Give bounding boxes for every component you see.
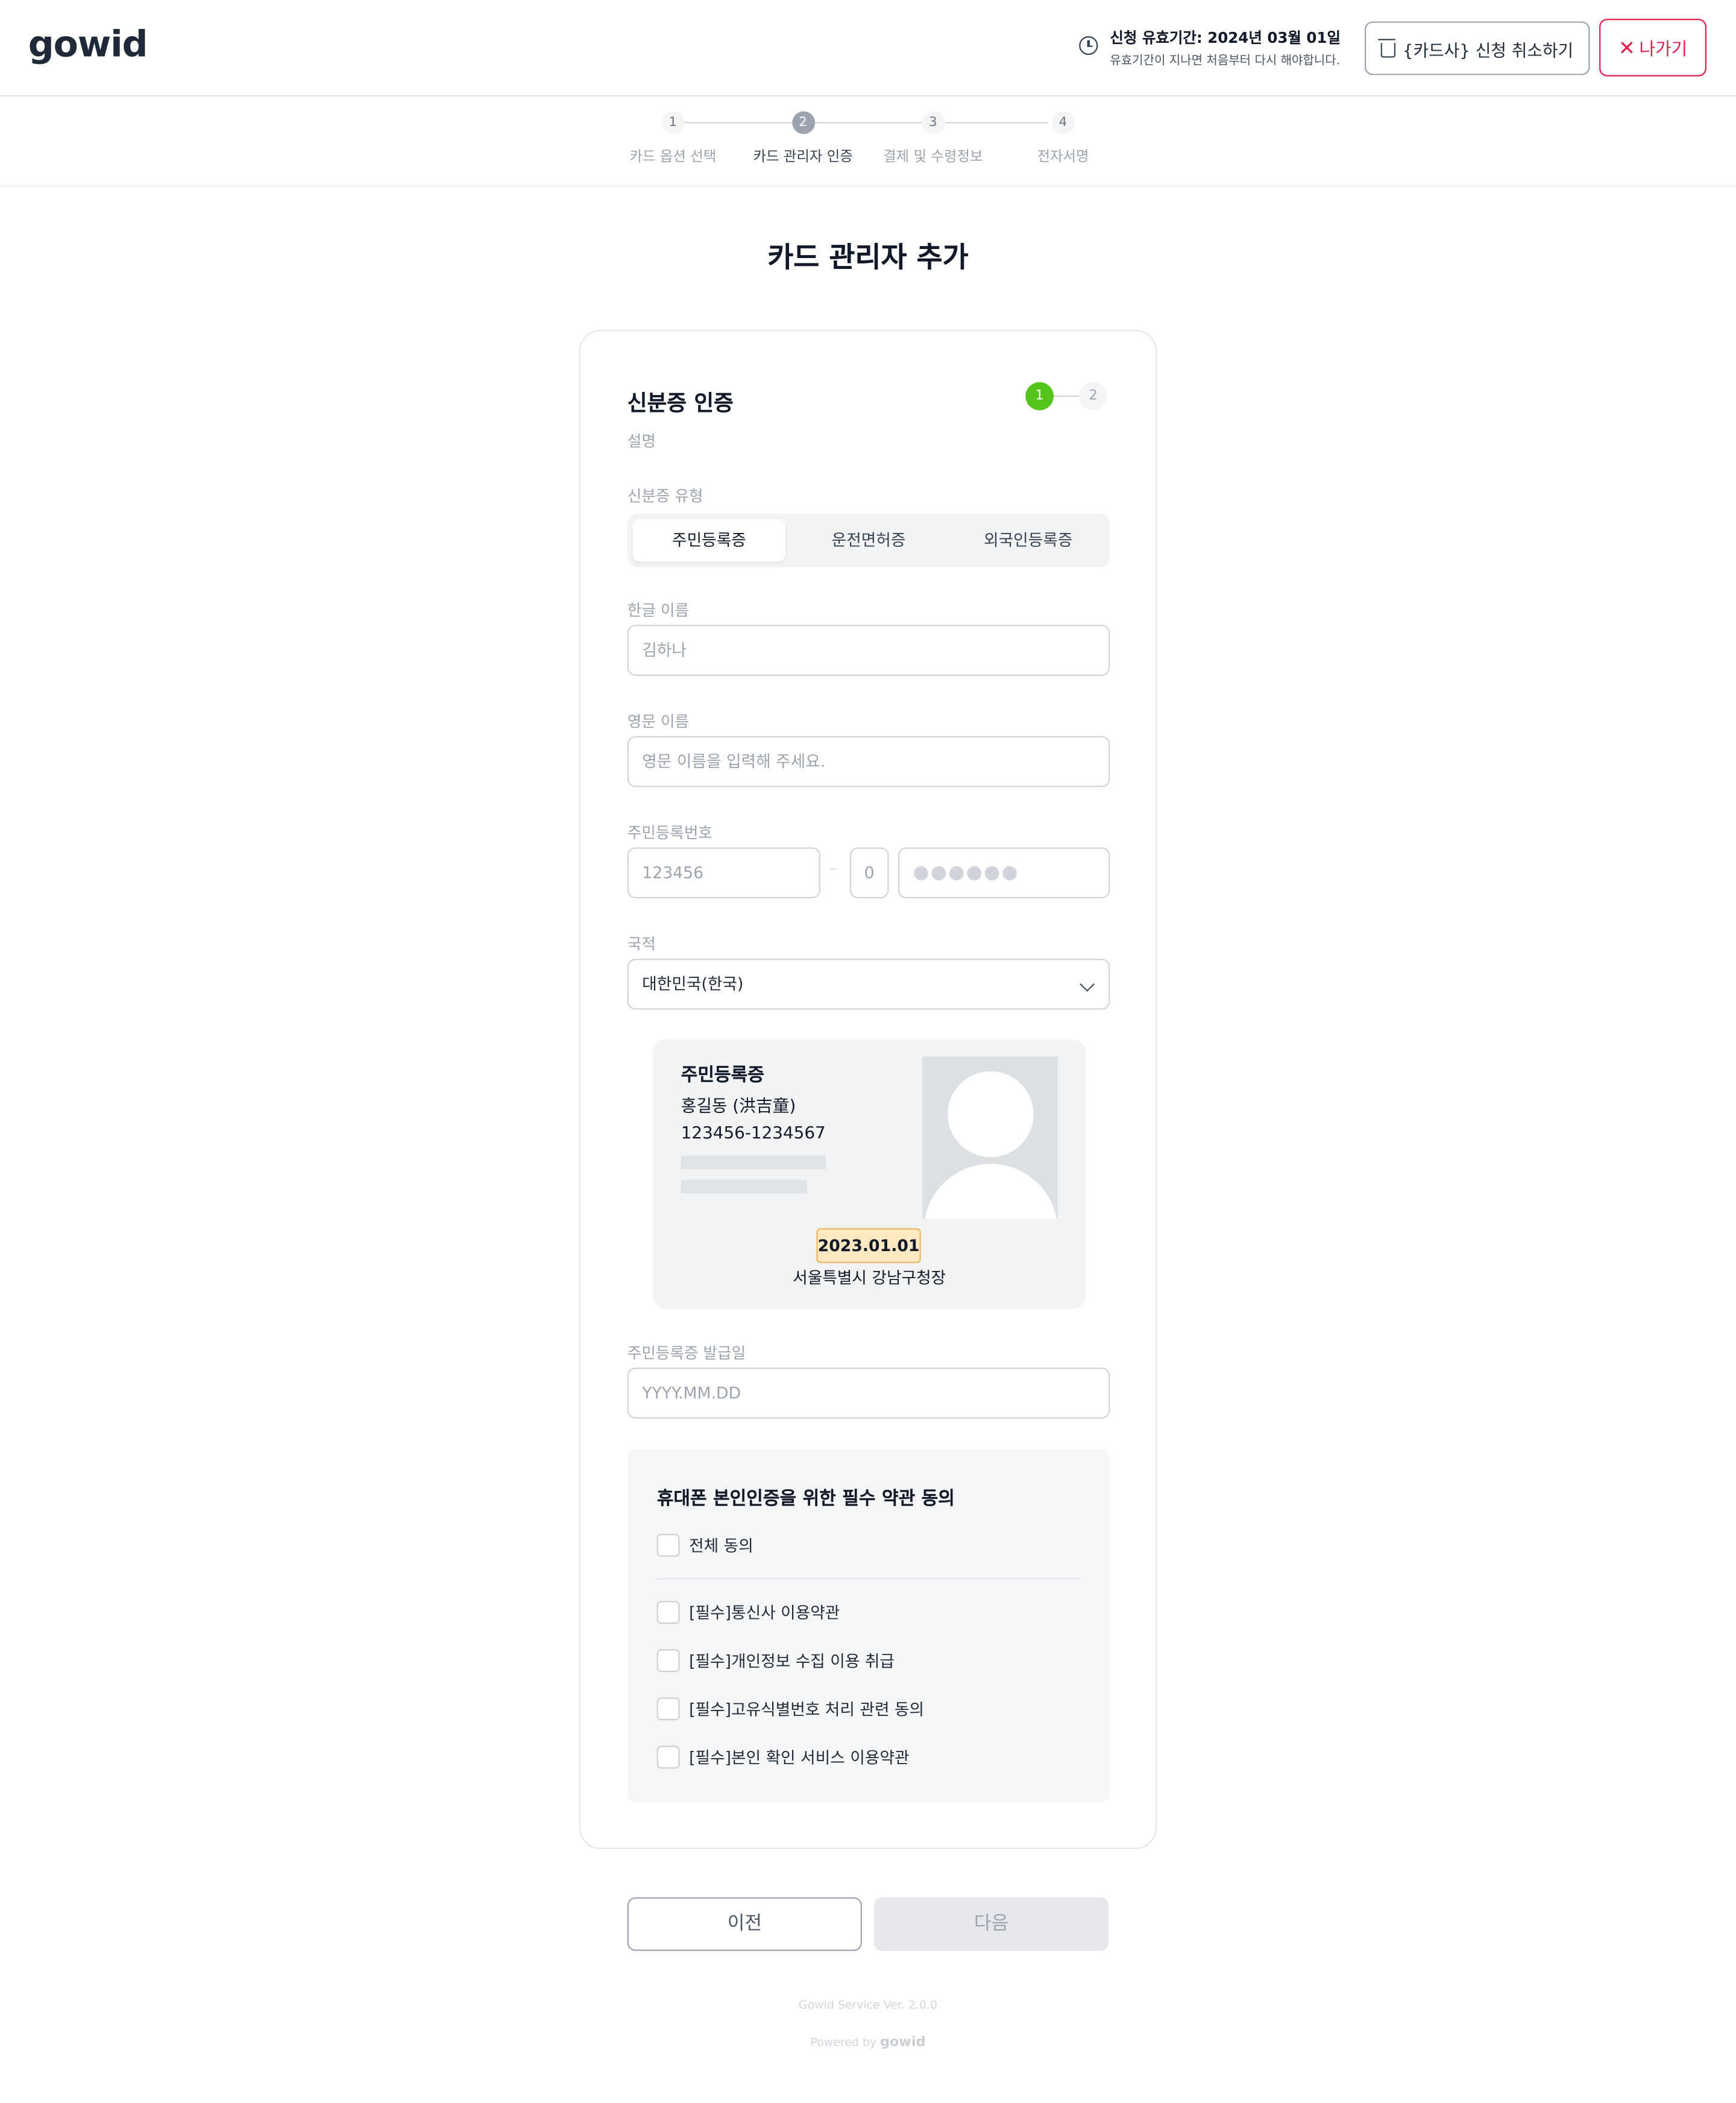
id-type-segmented-control: 주민등록증 운전면허증 외국인등록증 (627, 513, 1110, 567)
korean-name-input[interactable]: 김하나 (627, 625, 1110, 676)
rrn-label: 주민등록번호 (627, 823, 712, 842)
id-type-label: 신분증 유형 (627, 487, 703, 506)
rrn-mask-dots: ●●●●●● (913, 862, 1019, 884)
exit-button[interactable]: ✕ 나가기 (1599, 19, 1707, 77)
korean-name-label: 한글 이름 (627, 601, 690, 620)
nationality-value: 대한민국(한국) (642, 974, 744, 994)
terms-label: [필수]통신사 이용약관 (689, 1603, 840, 1622)
terms-label: [필수]고유식별번호 처리 관련 동의 (689, 1699, 925, 1718)
english-name-label: 영문 이름 (627, 711, 690, 731)
terms-item-unique-id[interactable]: [필수]고유식별번호 처리 관련 동의 (656, 1695, 925, 1721)
expiry-subtitle: 유효기간이 지나면 처음부터 다시 해야합니다. (1110, 55, 1341, 69)
trash-icon (1378, 38, 1396, 57)
terms-checkbox[interactable] (656, 1697, 680, 1720)
terms-label: [필수]개인정보 수집 이용 취급 (689, 1651, 895, 1670)
clock-icon (1079, 36, 1098, 55)
agree-all-row[interactable]: 전체 동의 (656, 1531, 753, 1558)
progress-stepper: 1 카드 옵션 선택 2 카드 관리자 인증 3 결제 및 수령정보 4 전자서… (0, 96, 1736, 187)
terms-divider (656, 1578, 1081, 1580)
step-label: 결제 및 수령정보 (883, 148, 983, 165)
nationality-label: 국적 (627, 935, 656, 954)
id-card-name: 홍길동 (洪吉童) (681, 1095, 796, 1116)
sub-stepper-line (1052, 396, 1080, 397)
step-number: 2 (791, 111, 815, 134)
rrn-dash: – (829, 859, 837, 877)
id-card-title: 주민등록증 (681, 1064, 764, 1086)
id-type-alien-registration[interactable]: 외국인등록증 (952, 519, 1105, 562)
cancel-application-button[interactable]: {카드사} 신청 취소하기 (1364, 21, 1590, 75)
step-1: 1 카드 옵션 선택 (606, 111, 740, 166)
issue-date-label: 주민등록증 발급일 (627, 1343, 746, 1363)
terms-title: 휴대폰 본인인증을 위한 필수 약관 동의 (656, 1488, 955, 1510)
rrn-back-masked: ●●●●●● (898, 847, 1110, 899)
id-card-number: 123456-1234567 (681, 1122, 826, 1143)
powered-by-text: Powered by (810, 2037, 877, 2051)
service-version: Gowid Service Ver. 2.0.0 (798, 1999, 937, 2013)
step-2: 2 카드 관리자 인증 (736, 111, 870, 166)
step-number: 3 (921, 111, 945, 134)
step-4: 4 전자서명 (996, 111, 1130, 166)
rrn-front-input[interactable]: 123456 (627, 847, 821, 899)
sub-step-2: 2 (1079, 382, 1107, 411)
prev-button[interactable]: 이전 (627, 1897, 862, 1951)
gowid-logo[interactable]: gowid (28, 24, 148, 66)
powered-by: Powered by gowid (0, 2035, 1736, 2050)
terms-checkbox[interactable] (656, 1600, 680, 1624)
next-button[interactable]: 다음 (873, 1897, 1109, 1951)
section-description: 설명 (627, 432, 656, 451)
chevron-down-icon (1080, 976, 1095, 992)
terms-item-carrier[interactable]: [필수]통신사 이용약관 (656, 1598, 840, 1625)
terms-item-identity-service[interactable]: [필수]본인 확인 서비스 이용약관 (656, 1743, 910, 1770)
terms-item-privacy[interactable]: [필수]개인정보 수집 이용 취급 (656, 1647, 895, 1673)
agree-all-label: 전체 동의 (689, 1536, 753, 1555)
step-label: 카드 옵션 선택 (629, 148, 717, 165)
sub-stepper: 1 2 (1025, 382, 1109, 412)
id-card-placeholder-line (681, 1156, 826, 1170)
cancel-application-label: {카드사} 신청 취소하기 (1402, 39, 1574, 60)
id-card-sample-illustration: 주민등록증 홍길동 (洪吉童) 123456-1234567 2023.01.0… (653, 1039, 1086, 1309)
step-label: 카드 관리자 인증 (753, 148, 853, 165)
page-title: 카드 관리자 추가 (767, 241, 969, 274)
id-type-resident-card[interactable]: 주민등록증 (632, 519, 786, 562)
exit-label: 나가기 (1639, 40, 1688, 61)
issue-date-input[interactable]: YYYY.MM.DD (627, 1367, 1110, 1419)
id-card-issue-date-highlight: 2023.01.01 (816, 1228, 921, 1263)
top-header: gowid 신청 유효기간: 2024년 03월 01일 유효기간이 지나면 처… (0, 0, 1736, 97)
terms-label: [필수]본인 확인 서비스 이용약관 (689, 1747, 910, 1767)
terms-agreement-box: 휴대폰 본인인증을 위한 필수 약관 동의 전체 동의 [필수]통신사 이용약관… (627, 1449, 1110, 1802)
step-number: 4 (1051, 111, 1075, 134)
terms-checkbox[interactable] (656, 1648, 680, 1672)
id-card-placeholder-line (681, 1180, 807, 1194)
avatar-body (923, 1164, 1058, 1219)
nationality-select[interactable]: 대한민국(한국) (627, 959, 1110, 1010)
id-type-drivers-license[interactable]: 운전면허증 (792, 519, 945, 562)
step-number: 1 (661, 111, 685, 134)
id-verification-card: 신분증 인증 1 2 설명 신분증 유형 주민등록증 운전면허증 외국인등록증 … (579, 330, 1157, 1849)
footer-logo: gowid (880, 2035, 926, 2051)
id-card-issuer: 서울특별시 강남구청장 (793, 1268, 946, 1287)
avatar-head (948, 1071, 1034, 1158)
close-icon: ✕ (1618, 35, 1635, 60)
sub-step-1: 1 (1025, 382, 1054, 411)
expiry-title: 신청 유효기간: 2024년 03월 01일 (1110, 29, 1341, 47)
id-photo-placeholder-icon (922, 1056, 1058, 1219)
terms-checkbox[interactable] (656, 1745, 680, 1768)
step-label: 전자서명 (1037, 148, 1089, 165)
step-3: 3 결제 및 수령정보 (866, 111, 1000, 166)
rrn-gender-input[interactable]: 0 (849, 847, 889, 899)
english-name-input[interactable]: 영문 이름을 입력해 주세요. (627, 736, 1110, 787)
agree-all-checkbox[interactable] (656, 1533, 680, 1556)
